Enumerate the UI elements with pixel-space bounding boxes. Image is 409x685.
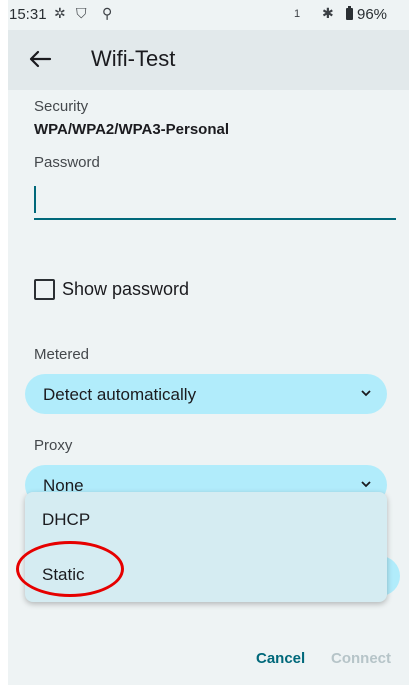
app-bar: Wifi-Test	[8, 30, 409, 90]
annotation-circle	[16, 541, 124, 597]
password-input[interactable]	[34, 180, 396, 220]
dialog-frame: 15:31 ✲ ⛉ ⚲ 1 ✱ 96% Wifi-Test Security W…	[8, 0, 409, 685]
show-password-label[interactable]: Show password	[62, 279, 189, 300]
battery-icon	[346, 6, 353, 20]
bluetooth-icon: ✱	[322, 5, 334, 21]
connect-button[interactable]: Connect	[331, 650, 391, 667]
password-label: Password	[34, 154, 100, 171]
shield-icon: ⛉	[76, 5, 87, 21]
security-value: WPA/WPA2/WPA3-Personal	[34, 121, 230, 138]
status-time: 15:31	[9, 6, 47, 23]
page-title: Wifi-Test	[91, 46, 176, 71]
menu-item-label: DHCP	[42, 510, 91, 529]
arrow-left-icon[interactable]	[24, 43, 56, 75]
security-label: Security	[34, 98, 89, 115]
gear-icon: ✲	[54, 5, 66, 21]
menu-item-dhcp[interactable]: DHCP	[25, 492, 387, 547]
usb-icon: ⚲	[102, 5, 113, 21]
status-bar: 15:31 ✲ ⛉ ⚲ 1 ✱ 96%	[8, 0, 409, 30]
chevron-down-icon	[361, 390, 371, 397]
proxy-label: Proxy	[34, 437, 73, 454]
show-password-checkbox[interactable]	[34, 279, 55, 300]
metered-selected-value: Detect automatically	[43, 385, 197, 404]
metered-dropdown[interactable]: Detect automatically	[25, 374, 387, 414]
metered-label: Metered	[34, 346, 90, 363]
chevron-down-icon	[361, 481, 371, 488]
battery-percent: 96%	[357, 6, 388, 23]
text-cursor	[34, 186, 36, 213]
sim-slot-text: 1	[294, 8, 301, 20]
cancel-button[interactable]: Cancel	[256, 650, 305, 667]
